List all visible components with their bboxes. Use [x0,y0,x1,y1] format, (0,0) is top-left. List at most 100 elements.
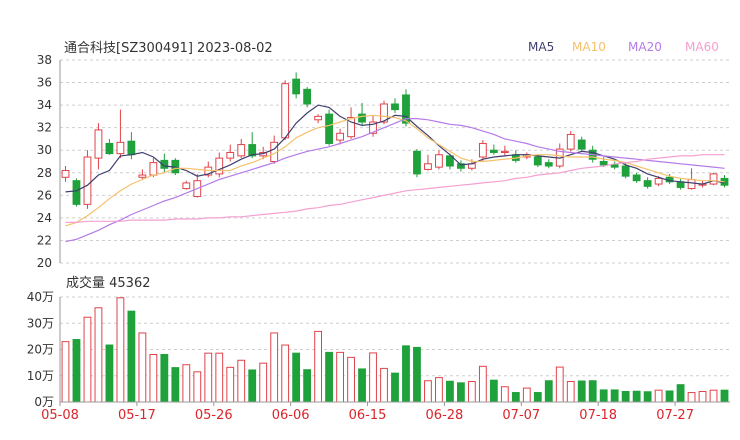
candle [193,173,202,198]
volume-bar [72,339,81,403]
chart-title: 通合科技[SZ300491] 2023-08-02 [64,41,273,56]
volume-bar [533,392,542,403]
volume-bar [380,367,388,403]
candle [325,109,334,146]
volume-bar [226,366,235,403]
candle [676,178,685,190]
candle-body [610,164,619,168]
candle-body [643,180,652,187]
volume-bar [599,389,608,403]
candle [237,138,246,159]
candle [709,172,718,186]
volume-bar [94,307,103,403]
stock-chart: 通合科技[SZ300491] 2023-08-02 MA5 MA10 MA20 … [27,40,730,423]
candle-body [676,181,685,188]
x-tick-label: 06-15 [349,408,387,423]
candle [105,138,114,155]
candle [292,72,301,99]
candle [610,161,619,170]
x-tick-label: 07-18 [579,408,617,423]
candle-body [478,142,487,158]
candle [215,152,224,178]
candle [544,159,553,169]
date-axis: 05-08 05-17 05-26 06-06 06-15 06-28 07-07 07-18… [41,401,730,423]
volume-bar [281,344,290,403]
volume-bar [347,356,355,403]
volume-bar [665,390,674,403]
candle-body [314,115,323,121]
volume-bar [687,392,696,403]
price-tick-label: 24 [37,211,52,225]
volume-bars [61,297,729,403]
candle-body [533,156,542,166]
candle [446,153,454,170]
volume-bar [259,362,268,403]
candle-body [336,132,344,141]
volume-bar [435,377,443,403]
candle-body [226,151,235,159]
volume-bar [588,380,597,403]
candle-body [544,162,553,167]
x-tick-label: 05-26 [195,408,233,423]
price-tick-label: 38 [37,53,52,67]
volume-bar [270,332,279,403]
candle-body [215,157,224,175]
candle-body [709,173,718,185]
ma-line-ma20 [65,118,725,243]
candle [577,136,586,152]
candle-body [138,174,147,178]
candle-body [72,180,81,205]
candle-body [500,150,509,153]
candle-body [632,174,641,182]
legend-ma20: MA20 [628,40,662,54]
volume-bar [610,389,619,403]
volume-bar [424,380,432,403]
volume-bar [709,389,718,403]
volume-bar [160,353,169,403]
volume-tick-label: 0万 [34,395,54,409]
volume-bar [336,351,344,403]
candle-body [599,161,608,166]
x-tick-label: 06-28 [426,408,464,423]
volume-bar [138,332,147,403]
legend-ma60: MA60 [685,40,719,54]
candle-body [83,156,92,205]
volume-tick-label: 10万 [27,369,54,383]
volume-bar [171,367,180,403]
volume-bar [467,381,476,403]
volume-title: 成交量 45362 [66,275,151,291]
volume-bar [446,380,454,403]
candle-body [435,154,443,168]
candle [116,109,125,159]
candle [226,144,235,162]
volume-bar [215,352,224,403]
legend-ma10: MA10 [572,40,606,54]
price-tick-label: 30 [37,143,52,157]
candle-body [577,139,586,150]
candle [182,180,191,190]
candle [391,98,399,114]
volume-bar [105,344,114,403]
candle-body [424,163,432,170]
candle-body [654,177,663,185]
price-tick-label: 28 [37,166,52,180]
candle-body [127,140,136,156]
candle [632,172,641,183]
candle [303,87,312,108]
candle-body [325,113,334,144]
price-tick-label: 26 [37,188,52,202]
volume-bar [577,380,586,403]
price-tick-label: 20 [37,256,52,270]
volume-bar [720,389,729,403]
volume-bar [391,372,399,403]
candle [643,177,652,189]
volume-bar [566,381,575,403]
candle [72,178,81,207]
candle [511,150,520,163]
candle [281,80,290,141]
price-tick-label: 22 [37,233,52,247]
price-y-axis: 20 22 24 26 28 30 32 34 36 38 [37,53,61,270]
candle [413,149,421,178]
candle [314,114,323,124]
volume-bar [522,387,531,403]
